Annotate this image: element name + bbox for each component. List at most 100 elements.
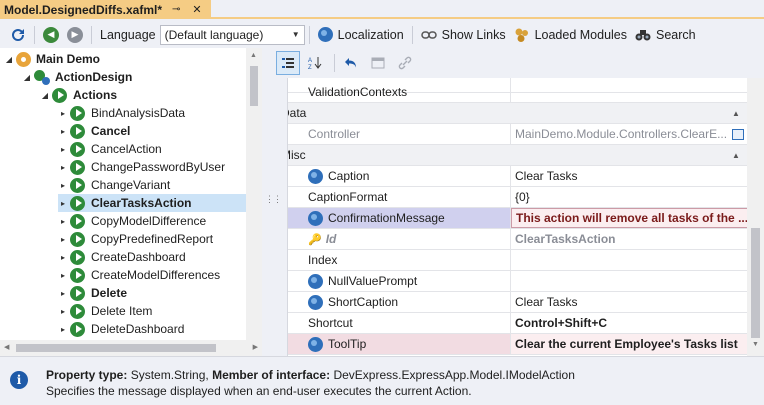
- expand-icon[interactable]: ▸: [58, 109, 68, 118]
- property-value[interactable]: Clear Tasks: [511, 166, 747, 186]
- document-tab[interactable]: Model.DesignedDiffs.xafml* ⊸ ✕: [0, 0, 211, 19]
- show-links-button[interactable]: Show Links: [417, 24, 510, 46]
- expand-icon[interactable]: ▸: [58, 235, 68, 244]
- property-row-confirmation-message[interactable]: ConfirmationMessage This action will rem…: [288, 208, 747, 229]
- tree-node-label: Delete: [91, 286, 128, 300]
- expand-icon[interactable]: ▸: [58, 145, 68, 154]
- close-icon[interactable]: ✕: [192, 3, 201, 16]
- property-value[interactable]: {0}: [511, 187, 747, 207]
- expand-icon[interactable]: ▸: [58, 127, 68, 136]
- tree-node-label: ActionDesign: [55, 70, 133, 84]
- link-button[interactable]: [393, 51, 417, 75]
- main-toolbar: ◀ ▶ Language (Default language) ▼ Locali…: [0, 21, 764, 48]
- property-value[interactable]: Control+Shift+C: [511, 313, 747, 333]
- property-row-index[interactable]: Index: [288, 250, 747, 271]
- property-row-id[interactable]: 🔑 Id ClearTasksAction: [288, 229, 747, 250]
- categorized-button[interactable]: [276, 51, 300, 75]
- action-icon: [52, 87, 67, 103]
- open-editor-icon[interactable]: [732, 128, 744, 140]
- property-row-null-value-prompt[interactable]: NullValuePrompt: [288, 271, 747, 292]
- expand-icon[interactable]: ▸: [58, 199, 68, 208]
- tree-node-action[interactable]: ▸ CancelAction: [58, 140, 162, 158]
- property-value[interactable]: Clear the current Employee's Tasks list: [511, 334, 747, 354]
- tree-node-action[interactable]: ▸ ChangeVariant: [58, 176, 170, 194]
- property-name: Shortcut: [288, 313, 511, 333]
- tree-node-action[interactable]: ▸ CreateModelDifferences: [58, 266, 220, 284]
- forward-button[interactable]: ▶: [63, 24, 87, 46]
- scrollbar-thumb[interactable]: [16, 344, 216, 352]
- scroll-left-icon[interactable]: ◀: [4, 343, 9, 351]
- expand-icon[interactable]: ◢: [40, 91, 50, 100]
- link-icon: [420, 30, 437, 39]
- localizable-globe-icon: [308, 168, 323, 184]
- property-row-controller[interactable]: Controller MainDemo.Module.Controllers.C…: [288, 124, 747, 145]
- globe-icon: [317, 27, 333, 42]
- tree-node-root[interactable]: ◢ Main Demo: [4, 50, 100, 68]
- navigate-button[interactable]: [366, 51, 390, 75]
- tree-node-action[interactable]: ▸ ChangePasswordByUser: [58, 158, 225, 176]
- loaded-modules-button[interactable]: Loaded Modules: [510, 24, 631, 46]
- tree-node-label: Main Demo: [36, 52, 101, 66]
- svg-text:A: A: [308, 58, 312, 64]
- property-value[interactable]: This action will remove all tasks of the…: [511, 208, 747, 228]
- expand-icon[interactable]: ▸: [58, 163, 68, 172]
- search-button[interactable]: Search: [631, 24, 700, 46]
- expand-icon[interactable]: ▸: [58, 271, 68, 280]
- show-links-label: Show Links: [441, 27, 506, 42]
- tree-node-actions[interactable]: ◢ Actions: [40, 86, 117, 104]
- expand-icon[interactable]: ▸: [58, 289, 68, 298]
- expand-icon[interactable]: ◢: [22, 73, 32, 82]
- property-value[interactable]: [511, 250, 747, 270]
- property-row-caption[interactable]: Caption Clear Tasks: [288, 166, 747, 187]
- category-misc[interactable]: Misc ▲: [288, 145, 747, 166]
- property-name-text: ConfirmationMessage: [328, 211, 445, 225]
- scrollbar-thumb[interactable]: [250, 66, 258, 106]
- tree-node-action[interactable]: ▸ BindAnalysisData: [58, 104, 185, 122]
- expand-icon[interactable]: ▸: [58, 217, 68, 226]
- property-row-short-caption[interactable]: ShortCaption Clear Tasks: [288, 292, 747, 313]
- scroll-down-icon[interactable]: ▼: [752, 341, 759, 348]
- property-grid-scrollbar[interactable]: ▼: [747, 78, 764, 356]
- category-data[interactable]: Data ▲: [288, 103, 747, 124]
- svg-text:Z: Z: [308, 65, 312, 70]
- pin-icon[interactable]: ⊸: [172, 4, 180, 15]
- scroll-right-icon[interactable]: ▶: [253, 343, 258, 351]
- property-row-tooltip[interactable]: ToolTip Clear the current Employee's Tas…: [288, 334, 747, 355]
- localization-button[interactable]: Localization: [314, 24, 408, 46]
- tree-horizontal-scrollbar[interactable]: ◀ ▶: [0, 340, 262, 356]
- scroll-up-icon[interactable]: ▲: [250, 52, 257, 59]
- tree-node-action[interactable]: ▸ CreateDashboard: [58, 248, 186, 266]
- collapse-icon[interactable]: ▲: [724, 145, 747, 165]
- property-row-shortcut[interactable]: Shortcut Control+Shift+C: [288, 313, 747, 334]
- collapse-icon[interactable]: ▲: [724, 103, 747, 123]
- tree-node-action[interactable]: ▸ Cancel: [58, 122, 130, 140]
- property-row-validation-contexts[interactable]: ValidationContexts: [288, 82, 747, 103]
- property-row-caption-format[interactable]: CaptionFormat {0}: [288, 187, 747, 208]
- tree-vertical-scrollbar[interactable]: ▲: [246, 48, 262, 340]
- tree-node-action[interactable]: ▸ Delete Item: [58, 302, 152, 320]
- tree-node-action[interactable]: ▸ Delete: [58, 284, 127, 302]
- expand-icon[interactable]: ▸: [58, 307, 68, 316]
- property-value[interactable]: [511, 271, 747, 291]
- expand-icon[interactable]: ◢: [4, 55, 14, 64]
- property-value[interactable]: [511, 82, 747, 102]
- back-button[interactable]: ◀: [39, 24, 63, 46]
- tree-node-action-design[interactable]: ◢ ActionDesign: [22, 68, 132, 86]
- refresh-button[interactable]: [0, 24, 30, 46]
- language-select[interactable]: (Default language) ▼: [159, 24, 305, 45]
- tree-node-action[interactable]: ▸ DeleteDashboard: [58, 320, 184, 338]
- property-value[interactable]: Clear Tasks: [511, 292, 747, 312]
- tree-node-action[interactable]: ▸ CopyPredefinedReport: [58, 230, 213, 248]
- alphabetical-button[interactable]: AZ: [303, 51, 327, 75]
- forward-icon: ▶: [67, 26, 83, 43]
- tree-node-action[interactable]: ▸ CopyModelDifference: [58, 212, 206, 230]
- tree-node-label: CancelAction: [91, 142, 162, 156]
- expand-icon[interactable]: ▸: [58, 325, 68, 334]
- panel-splitter[interactable]: ⋮⋮: [262, 48, 282, 356]
- reset-button[interactable]: [339, 51, 363, 75]
- property-value[interactable]: MainDemo.Module.Controllers.ClearE...: [511, 124, 747, 144]
- expand-icon[interactable]: ▸: [58, 181, 68, 190]
- tree-node-action[interactable]: ▸ ClearTasksAction: [58, 194, 246, 212]
- expand-icon[interactable]: ▸: [58, 253, 68, 262]
- scrollbar-thumb[interactable]: [751, 228, 760, 338]
